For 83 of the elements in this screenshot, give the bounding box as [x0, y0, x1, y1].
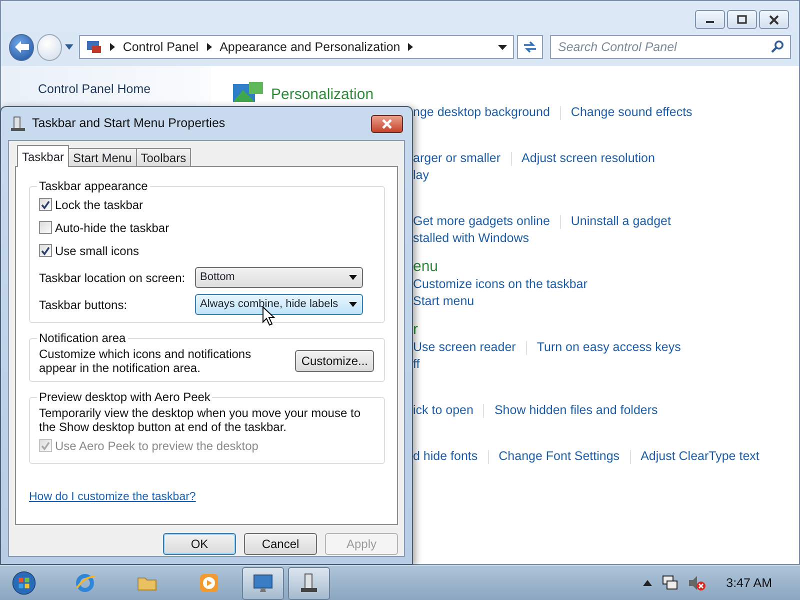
close-icon [768, 14, 780, 24]
task-link[interactable]: nge desktop background [413, 103, 550, 122]
dropdown-arrow-icon [349, 302, 357, 307]
task-link[interactable]: Change Font Settings [498, 447, 620, 466]
task-link[interactable]: Start menu [413, 292, 474, 311]
monitor-icon [252, 572, 274, 594]
task-link[interactable]: Uninstall a gadget [570, 212, 671, 231]
close-button[interactable] [371, 114, 403, 132]
tab[interactable]: Start Menu [68, 148, 137, 167]
task-link[interactable]: stalled with Windows [413, 229, 530, 248]
task-link[interactable]: Show hidden files and folders [494, 401, 658, 420]
task-link[interactable]: Change sound effects [570, 103, 692, 122]
minimize-button[interactable] [695, 10, 725, 29]
restore-icon [736, 15, 748, 24]
field-label: Taskbar location on screen: [39, 270, 186, 286]
search-icon [771, 40, 784, 53]
sidebar-link[interactable]: Control Panel Home [38, 80, 211, 99]
checkbox[interactable] [39, 198, 52, 211]
refresh-button[interactable] [516, 35, 543, 59]
category-heading[interactable]: Personalization [271, 86, 374, 104]
checkbox-label: Lock the taskbar [55, 196, 144, 214]
group-title: Taskbar appearance [38, 179, 149, 193]
task-link[interactable]: ick to open [413, 401, 474, 420]
customize-button[interactable]: Customize... [295, 350, 374, 372]
task-link[interactable]: Get more gadgets online [413, 212, 550, 231]
dropdown[interactable]: Always combine, hide labels [195, 294, 363, 315]
back-arrow-icon [14, 40, 30, 54]
task-link[interactable]: Turn on easy access keys [536, 338, 681, 357]
breadcrumb-arrow-icon [110, 43, 115, 51]
help-link[interactable]: How do I customize the taskbar? [29, 489, 196, 506]
checkbox[interactable] [39, 221, 52, 234]
dialog-button[interactable]: OK [163, 533, 236, 555]
task-link[interactable]: ff [413, 355, 420, 374]
checkbox-label: Use Aero Peek to preview the desktop [55, 438, 258, 454]
back-button[interactable] [9, 34, 34, 60]
dropdown[interactable]: Bottom [195, 267, 363, 288]
dropdown-arrow-icon [349, 275, 357, 280]
address-bar[interactable]: Control Panel Appearance and Personalization [78, 35, 514, 59]
close-icon [381, 118, 393, 128]
tab[interactable]: Toolbars [136, 148, 192, 167]
clock[interactable]: 3:47 AM [726, 574, 772, 592]
taskbar-properties-icon [10, 116, 26, 132]
control-panel-icon [86, 40, 102, 54]
dialog-button: Apply [325, 533, 398, 555]
taskbar-button[interactable] [242, 566, 284, 600]
field-label: Taskbar buttons: [39, 296, 128, 314]
task-link[interactable]: Adjust screen resolution [522, 149, 655, 168]
volume-muted-icon [688, 575, 706, 591]
breadcrumb[interactable]: Control Panel [122, 38, 199, 56]
dropdown-arrow-icon [498, 44, 507, 50]
group-title: Preview desktop with Aero Peek [38, 390, 212, 404]
maximize-button[interactable] [727, 10, 757, 29]
taskbar-button[interactable] [288, 566, 330, 600]
taskbar-properties-icon [298, 572, 320, 594]
task-link[interactable]: d hide fonts [413, 447, 478, 466]
checkbox[interactable] [39, 244, 52, 257]
description-text: Customize which icons and notifications appear in the notification area. [39, 347, 252, 375]
media-player-icon [198, 572, 220, 594]
dropdown-arrow-icon [65, 44, 74, 50]
breadcrumb-arrow-icon [206, 43, 212, 51]
task-link[interactable]: lay [413, 166, 429, 185]
task-link[interactable]: Use screen reader [413, 338, 516, 357]
group-title: Notification area [38, 331, 127, 345]
dialog-title: Taskbar and Start Menu Properties [32, 115, 226, 132]
show-hidden-icons-button[interactable] [643, 580, 652, 586]
category-heading[interactable]: r [413, 321, 418, 339]
tab[interactable]: Taskbar [17, 145, 70, 167]
up-arrow-icon [643, 580, 652, 586]
category-heading[interactable]: enu [413, 258, 438, 276]
network-icon [662, 575, 678, 591]
checkbox-label: Auto-hide the taskbar [55, 220, 170, 236]
checkbox-label: Use small icons [55, 242, 140, 260]
search-field[interactable]: Search Control Panel [550, 35, 791, 59]
breadcrumb-arrow-icon [408, 43, 414, 51]
browser-icon [74, 572, 96, 594]
task-link[interactable]: arger or smaller [413, 149, 501, 168]
dialog-button[interactable]: Cancel [244, 533, 317, 555]
breadcrumb[interactable]: Appearance and Personalization [220, 38, 400, 56]
task-link[interactable]: Adjust ClearType text [640, 447, 760, 466]
close-button[interactable] [759, 10, 789, 29]
refresh-icon [522, 40, 538, 54]
description-text: Temporarily view the desktop when you move your mouse to the Show desktop button at end of the taskbar. [39, 405, 362, 434]
task-link[interactable]: Customize icons on the taskbar [413, 275, 588, 294]
